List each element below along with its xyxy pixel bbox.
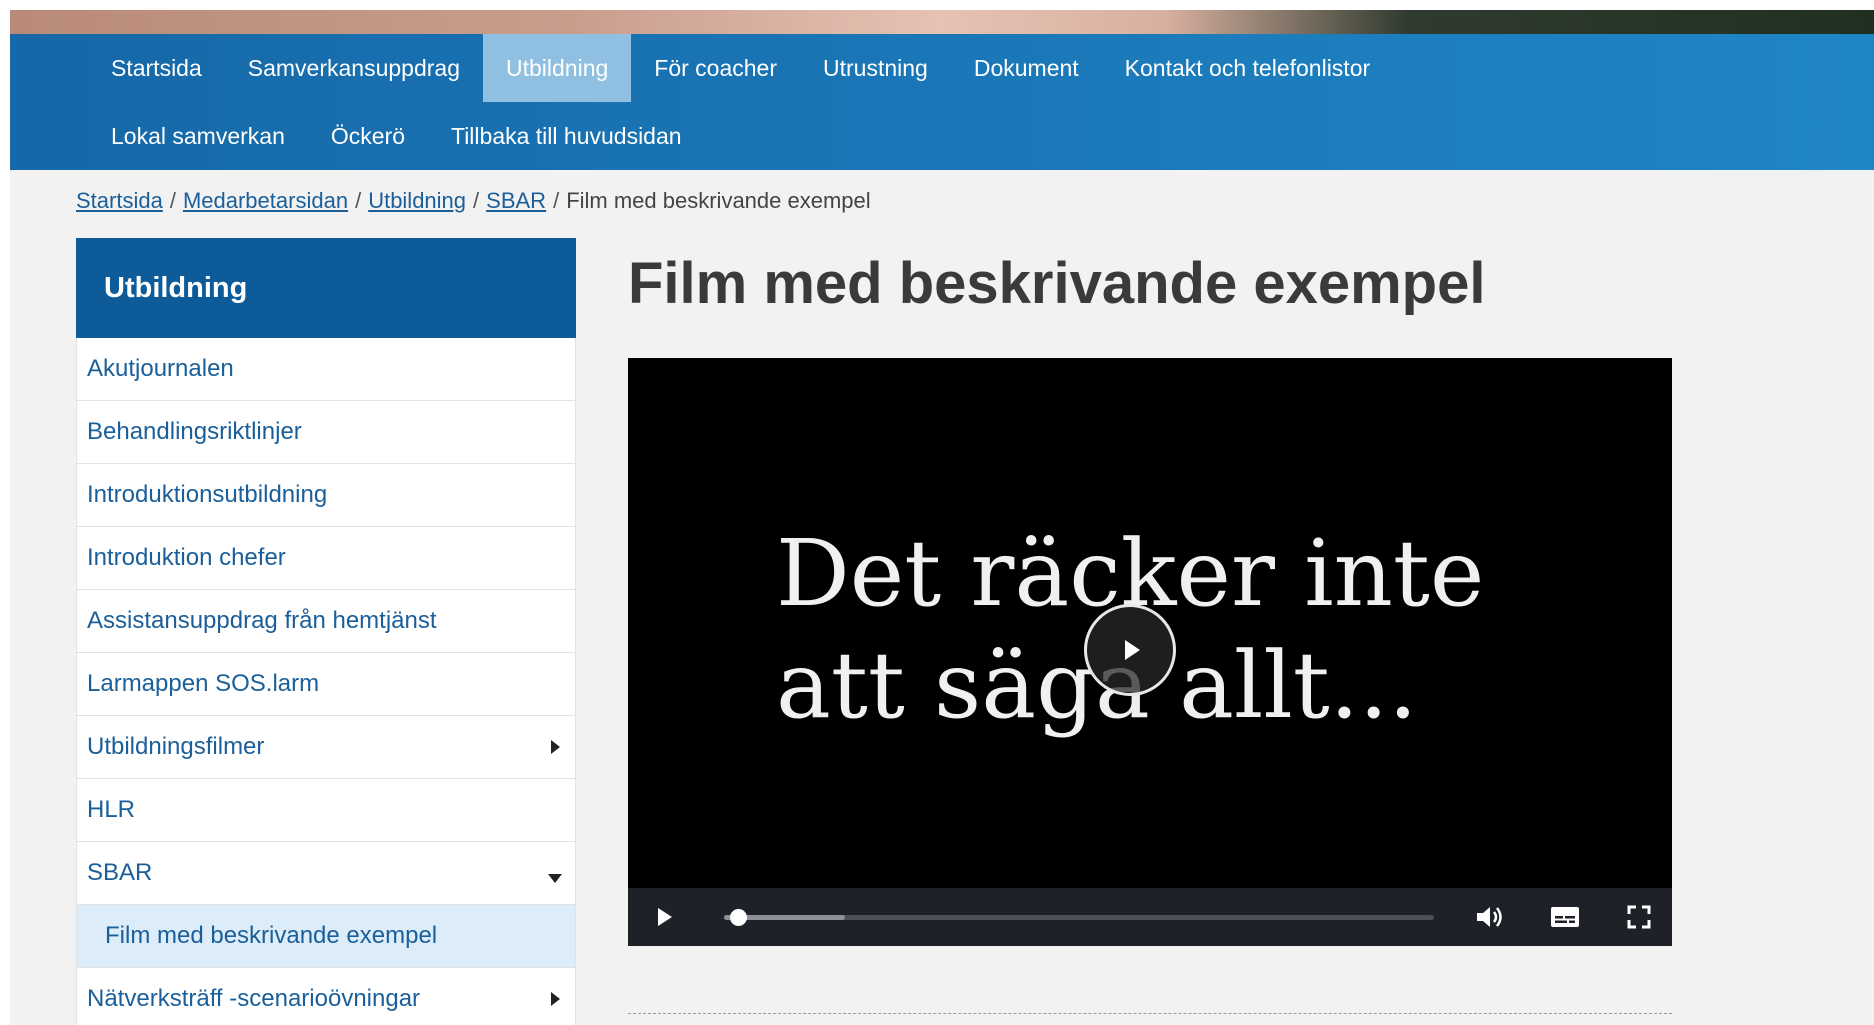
sidebar-item-utbildningsfilmer[interactable]: Utbildningsfilmer bbox=[76, 716, 576, 779]
chevron-right-icon[interactable] bbox=[547, 968, 563, 1025]
sidebar-item-label: Akutjournalen bbox=[87, 355, 234, 382]
chevron-right-icon[interactable] bbox=[547, 716, 563, 778]
sidebar-item-introduktionsutbildning[interactable]: Introduktionsutbildning bbox=[76, 464, 576, 527]
nav-item-utrustning[interactable]: Utrustning bbox=[800, 34, 951, 102]
breadcrumb: Startsida / Medarbetarsidan / Utbildning / SBA… bbox=[76, 188, 871, 214]
content-divider bbox=[628, 1013, 1672, 1014]
breadcrumb-link-startsida[interactable]: Startsida bbox=[76, 188, 163, 213]
nav-item-kontakt-och-telefonlistor[interactable]: Kontakt och telefonlistor bbox=[1102, 34, 1393, 102]
video-controls bbox=[628, 888, 1672, 946]
play-icon bbox=[658, 908, 672, 926]
chevron-down-icon[interactable] bbox=[547, 842, 563, 904]
nav-item-tillbaka-till-huvudsidan[interactable]: Tillbaka till huvudsidan bbox=[428, 102, 705, 170]
header-image bbox=[10, 10, 1874, 34]
breadcrumb-separator: / bbox=[169, 188, 176, 213]
sidebar-item-label: Assistansuppdrag från hemtjänst bbox=[87, 607, 437, 634]
play-button[interactable] bbox=[658, 907, 678, 927]
video-progress-bar[interactable] bbox=[724, 908, 1434, 926]
nav-item-startsida[interactable]: Startsida bbox=[88, 34, 225, 102]
breadcrumb-link-utbildning[interactable]: Utbildning bbox=[368, 188, 466, 213]
big-play-button[interactable] bbox=[1084, 604, 1176, 696]
sidebar-item-film-med-beskrivande-exempel[interactable]: Film med beskrivande exempel bbox=[76, 905, 576, 968]
sidebar-item-label: Behandlingsriktlinjer bbox=[87, 418, 302, 445]
nav-item-lokal-samverkan[interactable]: Lokal samverkan bbox=[88, 102, 308, 170]
breadcrumb-link-medarbetarsidan[interactable]: Medarbetarsidan bbox=[183, 188, 348, 213]
progress-knob[interactable] bbox=[730, 908, 748, 926]
page-frame: Startsida Samverkansuppdrag Utbildning För … bbox=[10, 10, 1874, 1025]
sidebar-item-introduktion-chefer[interactable]: Introduktion chefer bbox=[76, 527, 576, 590]
nav-item-utbildning[interactable]: Utbildning bbox=[483, 34, 632, 102]
sidebar-item-label: SBAR bbox=[87, 859, 153, 886]
nav-item-dokument[interactable]: Dokument bbox=[951, 34, 1102, 102]
video-player[interactable]: Det räcker inte att säga allt... bbox=[628, 358, 1672, 946]
sidebar-item-sbar[interactable]: SBAR bbox=[76, 842, 576, 905]
nav-item-for-coacher[interactable]: För coacher bbox=[631, 34, 800, 102]
sidebar: Utbildning Akutjournalen Behandlingsriktl… bbox=[76, 238, 576, 1025]
fullscreen-icon[interactable] bbox=[1626, 904, 1652, 930]
breadcrumb-current: Film med beskrivande exempel bbox=[566, 188, 871, 213]
sidebar-item-assistansuppdrag-fran-hemtjanst[interactable]: Assistansuppdrag från hemtjänst bbox=[76, 590, 576, 653]
sidebar-item-label: Larmappen SOS.larm bbox=[87, 670, 320, 697]
sidebar-item-akutjournalen[interactable]: Akutjournalen bbox=[76, 338, 576, 401]
breadcrumb-separator: / bbox=[553, 188, 560, 213]
sidebar-item-label: Nätverksträff -scenarioövningar bbox=[87, 985, 421, 1012]
breadcrumb-separator: / bbox=[473, 188, 480, 213]
page-title: Film med beskrivande exempel bbox=[628, 251, 1486, 316]
sidebar-item-larmappen-sos-larm[interactable]: Larmappen SOS.larm bbox=[76, 653, 576, 716]
sidebar-title: Utbildning bbox=[76, 238, 576, 338]
sidebar-item-label: HLR bbox=[87, 796, 136, 823]
volume-icon[interactable] bbox=[1474, 904, 1504, 930]
sidebar-item-label: Film med beskrivande exempel bbox=[105, 922, 438, 949]
sidebar-item-label: Utbildningsfilmer bbox=[87, 733, 265, 760]
main-navigation: Startsida Samverkansuppdrag Utbildning För … bbox=[10, 34, 1874, 170]
breadcrumb-link-sbar[interactable]: SBAR bbox=[486, 188, 546, 213]
nav-row-2: Lokal samverkan Öckerö Tillbaka till huvud… bbox=[88, 102, 705, 170]
captions-icon[interactable] bbox=[1550, 906, 1580, 928]
sidebar-item-hlr[interactable]: HLR bbox=[76, 779, 576, 842]
breadcrumb-separator: / bbox=[355, 188, 362, 213]
sidebar-list: Akutjournalen Behandlingsriktlinjer Introd… bbox=[76, 338, 576, 1025]
nav-row-1: Startsida Samverkansuppdrag Utbildning För … bbox=[88, 34, 1393, 102]
nav-item-samverkansuppdrag[interactable]: Samverkansuppdrag bbox=[225, 34, 483, 102]
sidebar-item-behandlingsriktlinjer[interactable]: Behandlingsriktlinjer bbox=[76, 401, 576, 464]
sidebar-item-label: Introduktion chefer bbox=[87, 544, 286, 571]
sidebar-item-natverkstraff-scenarioovningar[interactable]: Nätverksträff -scenarioövningar bbox=[76, 968, 576, 1025]
play-icon bbox=[1125, 640, 1140, 660]
sidebar-item-label: Introduktionsutbildning bbox=[87, 481, 328, 508]
nav-item-ockero[interactable]: Öckerö bbox=[308, 102, 428, 170]
